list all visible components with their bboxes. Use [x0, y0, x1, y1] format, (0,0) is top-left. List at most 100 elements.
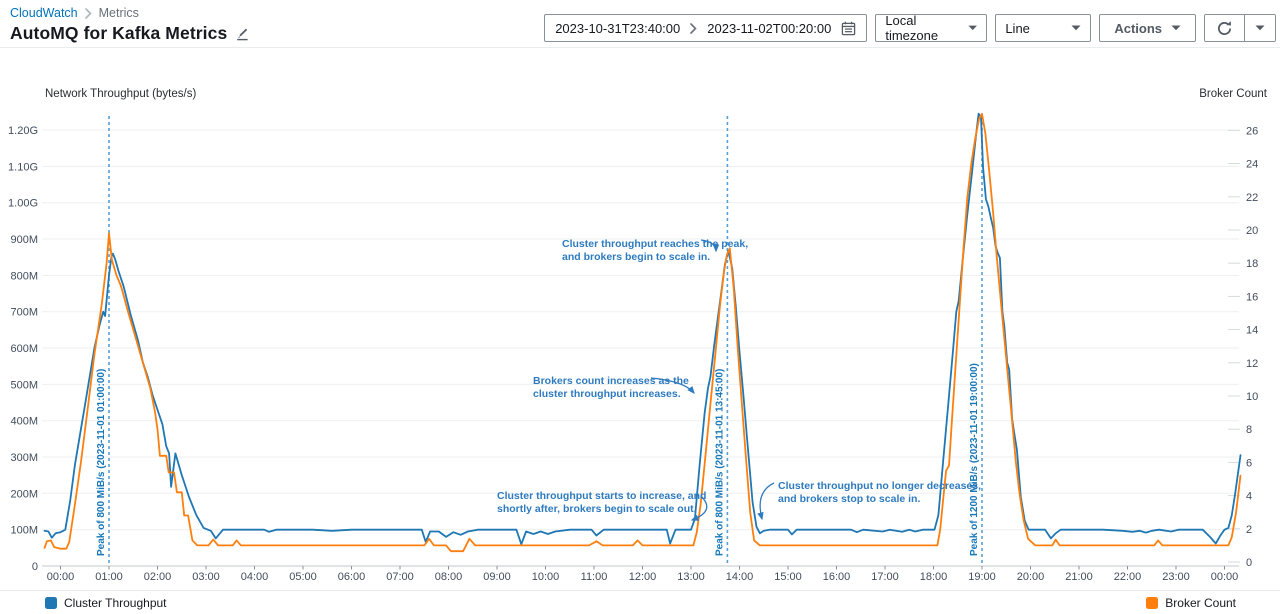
x-tick-label: 07:00 — [386, 571, 414, 583]
x-tick-label: 04:00 — [241, 571, 269, 583]
y-left-tick-label: 0 — [32, 561, 38, 573]
chart-annotation: Cluster throughput starts to increase, a… — [497, 490, 707, 520]
x-tick-label: 01:00 — [95, 571, 123, 583]
y-right-tick-label: 26 — [1246, 125, 1258, 137]
svg-text:Cluster throughput reaches the: Cluster throughput reaches the peak, — [562, 238, 748, 250]
date-range-picker[interactable]: 2023-10-31T23:40:00 2023-11-02T00:20:00 — [544, 14, 867, 42]
y-left-tick-label: 1.00G — [8, 198, 38, 210]
y-right-axis-title: Broker Count — [1199, 88, 1267, 104]
y-left-tick-label: 100M — [10, 525, 38, 537]
chart-annotation: Cluster throughput reaches the peak,and … — [562, 238, 748, 263]
y-right-tick-label: 10 — [1246, 391, 1258, 403]
title-row: AutoMQ for Kafka Metrics — [10, 23, 249, 44]
breadcrumb-chevron-icon — [85, 8, 92, 19]
svg-text:Brokers count increases as the: Brokers count increases as the — [533, 375, 689, 387]
legend-item-cluster-throughput[interactable]: Cluster Throughput — [45, 596, 167, 610]
toolbar: 2023-10-31T23:40:00 2023-11-02T00:20:00 … — [544, 14, 1276, 42]
timezone-select[interactable]: Local timezone — [875, 14, 987, 42]
x-tick-label: 16:00 — [823, 571, 851, 583]
svg-text:and brokers stop to scale in.: and brokers stop to scale in. — [778, 493, 920, 505]
svg-text:and brokers begin to scale in.: and brokers begin to scale in. — [562, 251, 710, 263]
x-tick-label: 17:00 — [871, 571, 899, 583]
legend-item-broker-count[interactable]: Broker Count — [1146, 596, 1236, 610]
calendar-icon — [841, 21, 856, 36]
refresh-options-button[interactable] — [1244, 15, 1275, 41]
x-tick-label: 23:00 — [1162, 571, 1190, 583]
chart-axis-titles: Network Throughput (bytes/s) Broker Coun… — [0, 88, 1280, 104]
chart-annotation: Cluster throughput no longer decreases,a… — [760, 480, 981, 519]
legend-label: Broker Count — [1165, 596, 1236, 610]
y-left-tick-label: 1.10G — [8, 161, 38, 173]
x-tick-label: 13:00 — [677, 571, 705, 583]
refresh-icon — [1216, 20, 1233, 37]
y-left-tick-label: 900M — [10, 234, 38, 246]
chart-type-select[interactable]: Line — [995, 14, 1091, 42]
date-start-value: 2023-10-31T23:40:00 — [555, 21, 680, 36]
y-right-tick-label: 4 — [1246, 491, 1252, 503]
y-right-tick-label: 0 — [1246, 557, 1252, 569]
x-tick-label: 08:00 — [435, 571, 463, 583]
edit-pencil-icon[interactable] — [234, 27, 249, 42]
x-tick-label: 10:00 — [532, 571, 560, 583]
x-tick-label: 18:00 — [920, 571, 948, 583]
x-tick-label: 06:00 — [338, 571, 366, 583]
y-right-tick-label: 6 — [1246, 457, 1252, 469]
x-tick-label: 22:00 — [1114, 571, 1142, 583]
metrics-chart[interactable]: 1.20G1.10G1.00G900M800M700M600M500M400M3… — [0, 104, 1280, 590]
y-left-tick-label: 600M — [10, 343, 38, 355]
broker-count-line[interactable] — [45, 114, 1241, 551]
actions-button[interactable]: Actions — [1099, 14, 1196, 42]
x-tick-label: 14:00 — [726, 571, 754, 583]
x-tick-label: 12:00 — [629, 571, 657, 583]
peak-marker-label: Peak of 800 MiB/s (2023-11-01 01:00:00) — [96, 369, 107, 556]
broker-count-swatch — [1146, 597, 1158, 609]
svg-text:cluster throughput increases.: cluster throughput increases. — [533, 388, 681, 400]
x-tick-label: 15:00 — [774, 571, 802, 583]
svg-text:shortly after, brokers begin t: shortly after, brokers begin to scale ou… — [497, 503, 697, 515]
x-tick-label: 02:00 — [144, 571, 172, 583]
y-left-tick-label: 500M — [10, 379, 38, 391]
header-left: CloudWatch Metrics AutoMQ for Kafka Metr… — [10, 5, 249, 44]
chart-legend: Cluster Throughput Broker Count — [0, 590, 1280, 614]
y-right-tick-label: 18 — [1246, 258, 1258, 270]
chart-type-select-value: Line — [1005, 21, 1030, 36]
y-right-tick-label: 16 — [1246, 291, 1258, 303]
breadcrumb-cloudwatch-link[interactable]: CloudWatch — [10, 6, 78, 20]
x-tick-label: 20:00 — [1017, 571, 1045, 583]
peak-marker-label: Peak of 1200 MiB/s (2023-11-01 19:00:00) — [969, 363, 980, 556]
y-left-axis-title: Network Throughput (bytes/s) — [45, 88, 196, 104]
y-left-tick-label: 1.20G — [8, 125, 38, 137]
refresh-button[interactable] — [1205, 15, 1244, 41]
y-left-tick-label: 300M — [10, 452, 38, 464]
x-tick-label: 00:00 — [47, 571, 75, 583]
peak-marker-label: Peak of 800 MiB/s (2023-11-01 13:45:00) — [714, 369, 725, 556]
y-right-tick-label: 12 — [1246, 358, 1258, 370]
y-right-tick-label: 2 — [1246, 524, 1252, 536]
timezone-select-value: Local timezone — [885, 13, 968, 43]
y-right-tick-label: 22 — [1246, 192, 1258, 204]
cluster-throughput-swatch — [45, 597, 57, 609]
cluster-throughput-line[interactable] — [45, 114, 1241, 545]
breadcrumb-current: Metrics — [99, 6, 139, 20]
y-right-tick-label: 8 — [1246, 424, 1252, 436]
actions-button-label: Actions — [1114, 21, 1162, 36]
svg-text:Cluster throughput starts to i: Cluster throughput starts to increase, a… — [497, 490, 706, 502]
date-range-chevron-icon — [690, 23, 697, 34]
legend-label: Cluster Throughput — [64, 596, 167, 610]
x-tick-label: 21:00 — [1065, 571, 1093, 583]
caret-down-icon — [968, 25, 977, 31]
caret-down-icon — [1071, 25, 1081, 31]
caret-down-icon — [1255, 25, 1265, 31]
breadcrumb: CloudWatch Metrics — [10, 6, 249, 20]
svg-text:Cluster throughput no longer d: Cluster throughput no longer decreases, — [778, 480, 981, 492]
y-right-tick-label: 14 — [1246, 325, 1258, 337]
date-end-value: 2023-11-02T00:20:00 — [707, 21, 831, 36]
page-header: CloudWatch Metrics AutoMQ for Kafka Metr… — [0, 0, 1280, 48]
caret-down-icon — [1171, 25, 1181, 31]
x-tick-label: 19:00 — [968, 571, 996, 583]
page-title: AutoMQ for Kafka Metrics — [10, 23, 227, 44]
y-right-tick-label: 20 — [1246, 225, 1258, 237]
y-right-tick-label: 24 — [1246, 159, 1258, 171]
x-tick-label: 09:00 — [483, 571, 511, 583]
refresh-button-group — [1204, 14, 1276, 42]
